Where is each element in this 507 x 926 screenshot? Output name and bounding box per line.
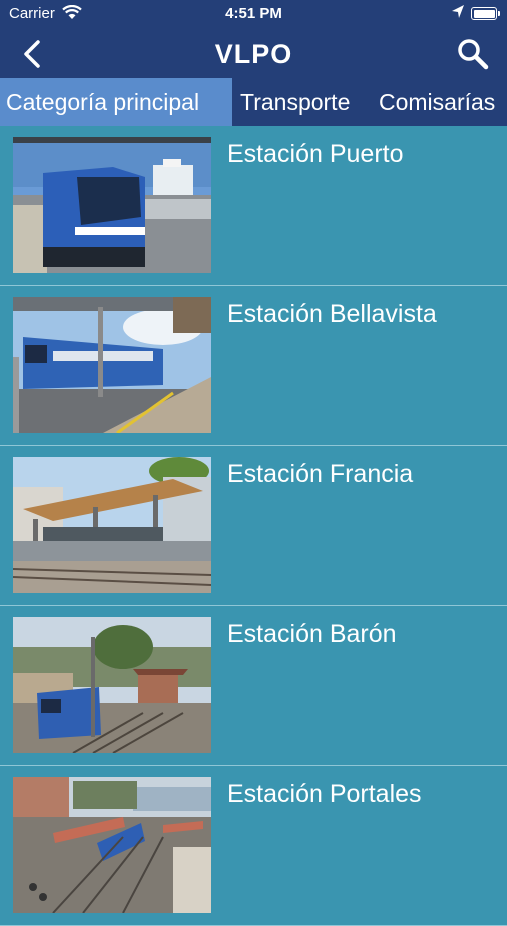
tab-comisarias[interactable]: Comisarías: [373, 78, 501, 126]
search-button[interactable]: [455, 36, 491, 72]
station-name: Estación Francia: [227, 460, 414, 488]
list-item[interactable]: Estación Francia: [0, 446, 507, 606]
list-item[interactable]: Estación Bellavista: [0, 286, 507, 446]
station-photo: [13, 617, 211, 753]
tab-categoria-principal[interactable]: Categoría principal: [0, 78, 232, 126]
battery-icon: [471, 7, 500, 20]
nav-bar: VLPO: [0, 30, 507, 78]
clock: 4:51 PM: [225, 5, 282, 22]
page-title: VLPO: [214, 39, 293, 69]
station-photo: [13, 777, 211, 913]
station-name: Estación Puerto: [227, 140, 404, 168]
station-name: Estación Portales: [227, 780, 422, 808]
station-photo: [13, 297, 211, 433]
list-item[interactable]: Estación Barón: [0, 606, 507, 766]
station-photo: [13, 457, 211, 593]
station-list: Estación Puerto Estación Bellavista Esta…: [0, 126, 507, 926]
station-name: Estación Bellavista: [227, 300, 437, 328]
status-bar: Carrier 4:51 PM: [0, 0, 507, 30]
tab-transporte[interactable]: Transporte: [234, 78, 356, 126]
list-item[interactable]: Estación Puerto: [0, 126, 507, 286]
station-photo: [13, 137, 211, 273]
list-item[interactable]: Estación Portales: [0, 766, 507, 926]
search-icon: [458, 39, 489, 70]
category-tabs: Categoría principal Transporte Comisaría…: [0, 78, 507, 126]
station-name: Estación Barón: [227, 620, 397, 648]
location-arrow-icon: [451, 4, 465, 24]
